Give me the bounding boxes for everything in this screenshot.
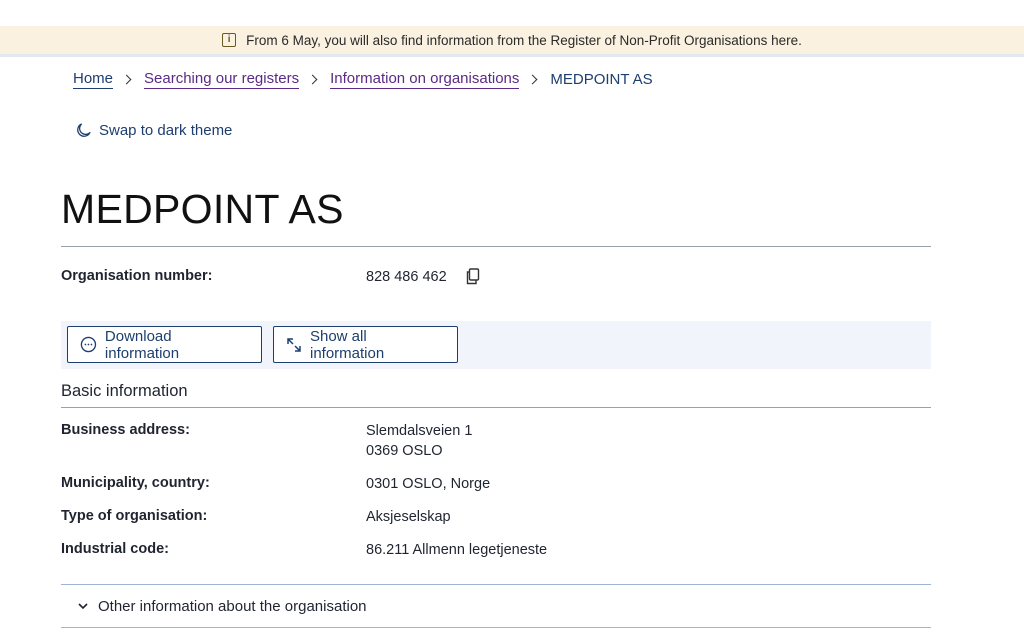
breadcrumb-home-link[interactable]: Home [73, 70, 114, 89]
other-information-expander[interactable]: Other information about the organisation [61, 584, 931, 628]
dark-theme-toggle-label: Swap to dark theme [99, 122, 233, 139]
type-of-organisation-label: Type of organisation: [61, 508, 208, 524]
business-address-line-2: 0369 OSLO [366, 443, 443, 459]
business-address-line-1: Slemdalsveien 1 [366, 423, 473, 439]
breadcrumb-information-organisations-link[interactable]: Information on organisations [330, 70, 520, 89]
breadcrumb-searching-registers-link[interactable]: Searching our registers [144, 70, 300, 89]
chevron-right-icon [121, 74, 132, 85]
ellipsis-circle-icon [80, 336, 97, 353]
dark-theme-toggle[interactable]: Swap to dark theme [75, 122, 232, 139]
business-address-label: Business address: [61, 422, 190, 438]
page-title: MEDPOINT AS [61, 186, 344, 232]
org-number-label: Organisation number: [61, 268, 213, 284]
info-banner: i From 6 May, you will also find informa… [0, 26, 1024, 57]
chevron-down-icon [78, 603, 88, 610]
chevron-right-icon [527, 74, 538, 85]
industrial-code-value: 86.211 Allmenn legetjeneste [366, 542, 548, 558]
copy-icon[interactable] [465, 268, 481, 290]
municipality-country-value: 0301 OSLO, Norge [366, 476, 491, 492]
breadcrumb-current: MEDPOINT AS [550, 71, 653, 88]
title-divider [61, 246, 931, 247]
download-information-label: Download information [104, 327, 180, 362]
banner-text: From 6 May, you will also find informati… [246, 32, 802, 48]
action-bar: Download information Show all informatio… [61, 321, 931, 369]
basic-information-divider [61, 407, 931, 408]
org-number-value: 828 486 462 [366, 269, 447, 285]
show-all-information-button[interactable]: Show all information [273, 326, 458, 363]
expand-icon [287, 337, 301, 352]
industrial-code-label: Industrial code: [61, 541, 169, 557]
basic-information-heading: Basic information [61, 382, 188, 400]
other-information-label: Other information about the organisation [98, 597, 367, 615]
download-information-button[interactable]: Download information [67, 326, 262, 363]
breadcrumb: Home Searching our registers Information… [73, 70, 653, 89]
info-icon: i [222, 33, 237, 47]
municipality-country-label: Municipality, country: [61, 475, 210, 491]
moon-icon [77, 123, 91, 137]
type-of-organisation-value: Aksjeselskap [366, 509, 451, 525]
show-all-information-label: Show all information [309, 327, 385, 362]
chevron-right-icon [307, 74, 318, 85]
